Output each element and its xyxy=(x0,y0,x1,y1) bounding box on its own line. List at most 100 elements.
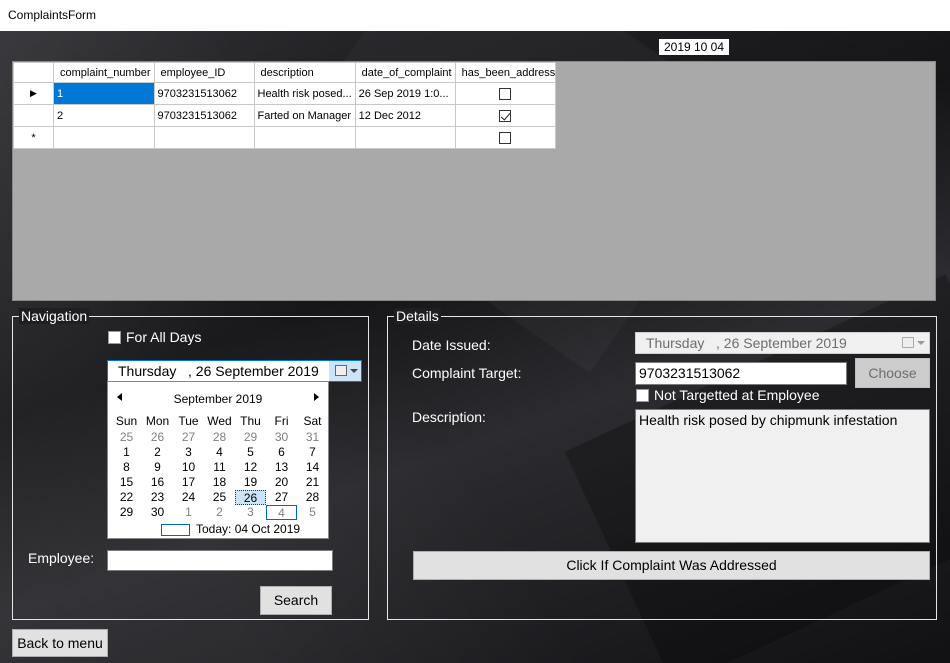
calendar-day[interactable]: 29 xyxy=(235,430,266,445)
weekday-header: Sat xyxy=(303,414,322,428)
cell-date-of-complaint[interactable] xyxy=(354,126,456,149)
not-targetted-checkbox[interactable] xyxy=(636,389,649,402)
calendar-day[interactable]: 7 xyxy=(297,445,328,460)
chevron-down-icon xyxy=(917,341,925,345)
calendar-day[interactable]: 28 xyxy=(204,430,235,445)
calendar-month-label[interactable]: September 2019 xyxy=(108,392,328,406)
calendar-day[interactable]: 23 xyxy=(142,490,173,505)
calendar-day[interactable]: 13 xyxy=(266,460,297,475)
today-marker-icon xyxy=(161,524,190,536)
cell-date-of-complaint[interactable]: 12 Dec 2012 xyxy=(354,104,456,127)
calendar-day[interactable]: 16 xyxy=(142,475,173,490)
calendar-day[interactable]: 17 xyxy=(173,475,204,490)
calendar-day[interactable]: 1 xyxy=(111,445,142,460)
table-row-new[interactable]: * xyxy=(13,126,556,149)
choose-button[interactable]: Choose xyxy=(855,358,930,388)
calendar-day[interactable]: 2 xyxy=(204,505,235,520)
calendar-day[interactable]: 21 xyxy=(297,475,328,490)
calendar-day[interactable]: 4 xyxy=(266,505,297,520)
calendar-day[interactable]: 1 xyxy=(173,505,204,520)
date-issued-picker[interactable]: Thursday , 26 September 2019 xyxy=(635,332,930,354)
calendar-day[interactable]: 5 xyxy=(297,505,328,520)
cell-complaint-number[interactable]: 2 xyxy=(53,104,155,127)
cell-has-been-addressed[interactable] xyxy=(454,126,556,149)
calendar-day[interactable]: 25 xyxy=(111,430,142,445)
cell-complaint-number[interactable]: 1 xyxy=(53,82,155,105)
addressed-checkbox[interactable] xyxy=(499,109,512,122)
calendar-day[interactable]: 25 xyxy=(204,490,235,505)
calendar-dropdown-button[interactable] xyxy=(329,361,361,381)
cell-has-been-addressed[interactable] xyxy=(454,104,556,127)
column-header-has-been-addressed[interactable]: has_been_addresse xyxy=(454,62,556,83)
table-row[interactable]: ▶ 1 9703231513062 Health risk posed... 2… xyxy=(13,82,556,105)
calendar-day[interactable]: 20 xyxy=(266,475,297,490)
calendar-day[interactable]: 29 xyxy=(111,505,142,520)
cell-description[interactable]: Health risk posed... xyxy=(253,82,356,105)
calendar-day[interactable]: 9 xyxy=(142,460,173,475)
cell-description[interactable] xyxy=(253,126,356,149)
current-date-label: 2019 10 04 xyxy=(659,39,729,55)
calendar-day[interactable]: 8 xyxy=(111,460,142,475)
back-to-menu-button[interactable]: Back to menu xyxy=(12,629,108,657)
addressed-checkbox[interactable] xyxy=(499,87,512,100)
calendar-day[interactable]: 30 xyxy=(266,430,297,445)
calendar-day[interactable]: 3 xyxy=(235,505,266,520)
calendar-day[interactable]: 6 xyxy=(266,445,297,460)
not-targetted-label: Not Targetted at Employee xyxy=(654,387,820,403)
description-textarea[interactable]: Health risk posed by chipmunk infestatio… xyxy=(635,409,930,543)
calendar-day[interactable]: 14 xyxy=(297,460,328,475)
calendar-day[interactable]: 22 xyxy=(111,490,142,505)
date-issued-label: Date Issued: xyxy=(412,337,491,353)
mark-addressed-button[interactable]: Click If Complaint Was Addressed xyxy=(413,551,930,580)
table-row[interactable]: 2 9703231513062 Farted on Manager 12 Dec… xyxy=(13,104,556,127)
cell-employee-id[interactable] xyxy=(153,126,255,149)
date-issued-dropdown-button[interactable] xyxy=(897,333,929,353)
row-indicator-icon[interactable] xyxy=(13,104,54,127)
cell-complaint-number[interactable] xyxy=(53,126,155,149)
navigation-date-picker[interactable]: Thursday , 26 September 2019 xyxy=(107,360,362,382)
complaints-grid[interactable]: complaint_number employee_ID description… xyxy=(12,61,936,301)
calendar-day[interactable]: 15 xyxy=(111,475,142,490)
today-link[interactable]: Today: 04 Oct 2019 xyxy=(196,522,300,536)
new-row-indicator-icon[interactable]: * xyxy=(13,126,54,149)
calendar-day[interactable]: 24 xyxy=(173,490,204,505)
calendar-day[interactable]: 27 xyxy=(266,490,297,505)
column-header-complaint-number[interactable]: complaint_number xyxy=(53,62,155,83)
for-all-days-checkbox[interactable] xyxy=(108,331,121,344)
cell-has-been-addressed[interactable] xyxy=(454,82,556,105)
calendar-day[interactable]: 4 xyxy=(204,445,235,460)
cell-date-of-complaint[interactable]: 26 Sep 2019 1:0... xyxy=(354,82,456,105)
calendar-day[interactable]: 27 xyxy=(173,430,204,445)
cell-description[interactable]: Farted on Manager xyxy=(253,104,356,127)
addressed-checkbox[interactable] xyxy=(499,131,512,144)
search-button[interactable]: Search xyxy=(260,586,332,615)
complaint-target-label: Complaint Target: xyxy=(412,365,522,381)
calendar-day[interactable]: 26 xyxy=(235,490,266,505)
calendar-day[interactable]: 31 xyxy=(297,430,328,445)
calendar-day[interactable]: 28 xyxy=(297,490,328,505)
calendar-day[interactable]: 5 xyxy=(235,445,266,460)
calendar-day[interactable]: 11 xyxy=(204,460,235,475)
calendar-day[interactable]: 19 xyxy=(235,475,266,490)
column-header-employee-id[interactable]: employee_ID xyxy=(153,62,255,83)
calendar-day[interactable]: 3 xyxy=(173,445,204,460)
next-month-icon[interactable] xyxy=(314,393,319,401)
calendar-day[interactable]: 10 xyxy=(173,460,204,475)
title-bar: ComplaintsForm xyxy=(0,0,950,31)
description-label: Description: xyxy=(412,409,486,425)
calendar-day[interactable]: 26 xyxy=(142,430,173,445)
complaint-target-input[interactable]: 9703231513062 xyxy=(635,362,847,385)
cell-employee-id[interactable]: 9703231513062 xyxy=(153,82,255,105)
cell-employee-id[interactable]: 9703231513062 xyxy=(153,104,255,127)
column-header-description[interactable]: description xyxy=(253,62,356,83)
row-indicator-icon[interactable]: ▶ xyxy=(13,82,54,105)
employee-input[interactable] xyxy=(107,550,333,571)
calendar-day[interactable]: 18 xyxy=(204,475,235,490)
calendar-day[interactable]: 12 xyxy=(235,460,266,475)
month-calendar-popup[interactable]: September 2019 Sun Mon Tue Wed Thu Fri Sat 25 26… xyxy=(107,381,329,539)
calendar-day[interactable]: 30 xyxy=(142,505,173,520)
complaints-table: complaint_number employee_ID description… xyxy=(13,62,556,149)
details-title: Details xyxy=(394,308,441,324)
calendar-day[interactable]: 2 xyxy=(142,445,173,460)
column-header-date-of-complaint[interactable]: date_of_complaint xyxy=(354,62,456,83)
